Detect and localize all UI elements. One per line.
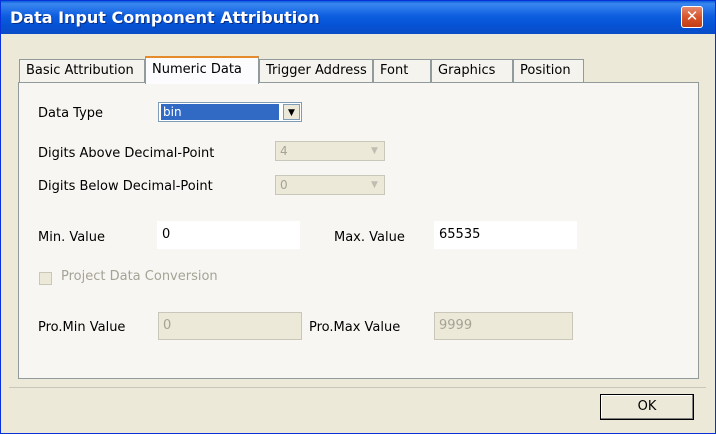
divider [9,387,706,388]
close-icon: ✕ [685,7,699,25]
digits-below-value: 0 [280,178,288,192]
tab-position[interactable]: Position [513,59,584,83]
digits-below-label: Digits Below Decimal-Point [38,179,213,194]
data-type-select[interactable]: bin ▼ [158,102,302,122]
pro-max-input[interactable]: 9999 [434,312,573,340]
tab-basic-attribution[interactable]: Basic Attribution [19,59,145,83]
pro-min-input[interactable]: 0 [158,312,302,340]
tab-graphics[interactable]: Graphics [431,59,513,83]
tab-trigger-address[interactable]: Trigger Address [259,59,373,83]
tab-font[interactable]: Font [373,59,431,83]
max-value-input[interactable]: 65535 [434,221,577,249]
project-conversion-checkbox[interactable] [39,272,52,285]
title-bar[interactable]: Data Input Component Attribution ✕ [1,1,715,34]
digits-above-value: 4 [280,144,288,158]
chevron-down-icon[interactable]: ▼ [283,104,300,120]
ok-button[interactable]: OK [600,394,694,420]
min-value-input[interactable]: 0 [157,221,300,249]
tab-numeric-data[interactable]: Numeric Data [145,56,259,84]
pro-max-label: Pro.Max Value [309,320,401,335]
numeric-data-panel: Data Type bin ▼ Digits Above Decimal-Poi… [18,82,699,379]
max-value-label: Max. Value [334,230,405,245]
min-value-label: Min. Value [38,230,106,245]
close-button[interactable]: ✕ [681,6,703,28]
digits-above-label: Digits Above Decimal-Point [38,146,215,161]
data-type-label: Data Type [38,106,104,121]
data-type-value: bin [161,104,279,120]
digits-below-select[interactable]: 0 ▼ [275,175,385,195]
window-title: Data Input Component Attribution [10,8,320,27]
project-conversion-label: Project Data Conversion [61,269,218,284]
dialog-window: Data Input Component Attribution ✕ Basic… [0,0,716,434]
chevron-down-icon: ▼ [366,177,383,193]
chevron-down-icon: ▼ [366,143,383,159]
pro-min-label: Pro.Min Value [38,320,126,335]
digits-above-select[interactable]: 4 ▼ [275,141,385,161]
